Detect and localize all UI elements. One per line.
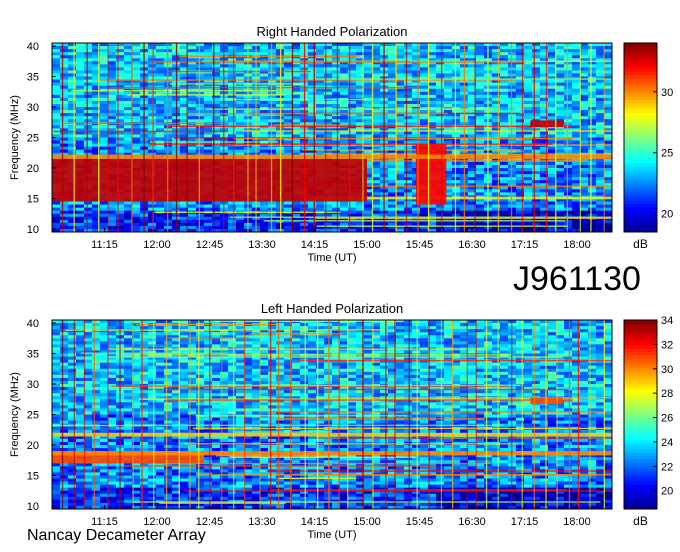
x-tick-label: 13:30 [248, 516, 276, 528]
chart-title: Left Handed Polarization [261, 301, 403, 316]
y-tick-label: 20 [27, 440, 39, 452]
chart-title: Right Handed Polarization [256, 24, 407, 39]
x-tick-label: 13:30 [248, 239, 276, 251]
y-tick-label: 40 [27, 318, 39, 330]
colorbar-tick-label: 30 [661, 364, 673, 376]
x-tick-label: 15:00 [353, 516, 381, 528]
x-tick-label: 16:30 [458, 239, 486, 251]
y-axis-label: Frequency (MHz) [9, 372, 21, 457]
observatory-name: Nancay Decameter Array [27, 527, 206, 544]
y-tick-label: 10 [27, 501, 39, 513]
x-tick-label: 12:00 [143, 239, 171, 251]
spectrogram-area [52, 43, 612, 232]
y-tick-label: 25 [27, 133, 39, 145]
x-tick-label: 17:15 [511, 239, 539, 251]
y-tick-label: 15 [27, 470, 39, 482]
colorbar-tick-label: 32 [661, 339, 673, 351]
x-tick-label: 18:00 [563, 516, 591, 528]
emission-feature-2 [52, 432, 612, 437]
colorbar: 20 25 30 dB [623, 42, 673, 251]
x-tick-label: 15:45 [406, 239, 434, 251]
x-tick-label: 12:45 [196, 239, 224, 251]
colorbar-tick-label: 20 [661, 209, 673, 221]
colorbar-tick-label: 25 [661, 148, 673, 160]
y-tick-label: 35 [27, 72, 39, 84]
x-tick-label: 15:45 [406, 516, 434, 528]
x-tick-label: 14:15 [301, 516, 329, 528]
colorbar-tick-label: 26 [661, 413, 673, 425]
y-tick-label: 35 [27, 349, 39, 361]
y-axis-label: Frequency (MHz) [9, 95, 21, 180]
y-tick-label: 40 [27, 41, 39, 53]
colorbar-tick-label: 24 [661, 437, 673, 449]
x-tick-label: 14:15 [301, 239, 329, 251]
y-tick-label: 25 [27, 410, 39, 422]
y-tick-label: 10 [27, 224, 39, 236]
panel-right-handed: Right Handed Polarization 11:15 12:00 12:45… [9, 24, 673, 264]
colorbar: 20 22 24 26 28 30 32 34 dB [623, 315, 673, 528]
colorbar-tick-label: 22 [661, 461, 673, 473]
x-tick-label: 15:00 [353, 239, 381, 251]
x-tick-label: 17:15 [511, 516, 539, 528]
colorbar-tick-label: 30 [661, 87, 673, 99]
y-tick-label: 30 [27, 379, 39, 391]
x-tick-label: 16:30 [458, 516, 486, 528]
colorbar-unit-label: dB [633, 514, 648, 528]
x-tick-label: 18:00 [563, 239, 591, 251]
y-tick-label: 20 [27, 163, 39, 175]
x-axis-label: Time (UT) [307, 252, 356, 264]
observation-id: J961130 [513, 260, 641, 298]
colorbar-tick-label: 34 [661, 315, 673, 327]
emission-feature-3 [52, 451, 612, 456]
colorbar-tick-label: 28 [661, 388, 673, 400]
colorbar-unit-label: dB [633, 237, 648, 251]
x-tick-label: 11:15 [91, 239, 118, 251]
spectrogram-area [52, 320, 612, 509]
y-tick-label: 30 [27, 102, 39, 114]
colorbar-tick-label: 20 [661, 486, 673, 498]
y-tick-label: 15 [27, 193, 39, 205]
panel-left-handed: Left Handed Polarization11:15 12:00 12:45 1… [9, 301, 673, 541]
emission-feature-3 [52, 154, 612, 159]
x-axis-label: Time (UT) [307, 529, 356, 541]
